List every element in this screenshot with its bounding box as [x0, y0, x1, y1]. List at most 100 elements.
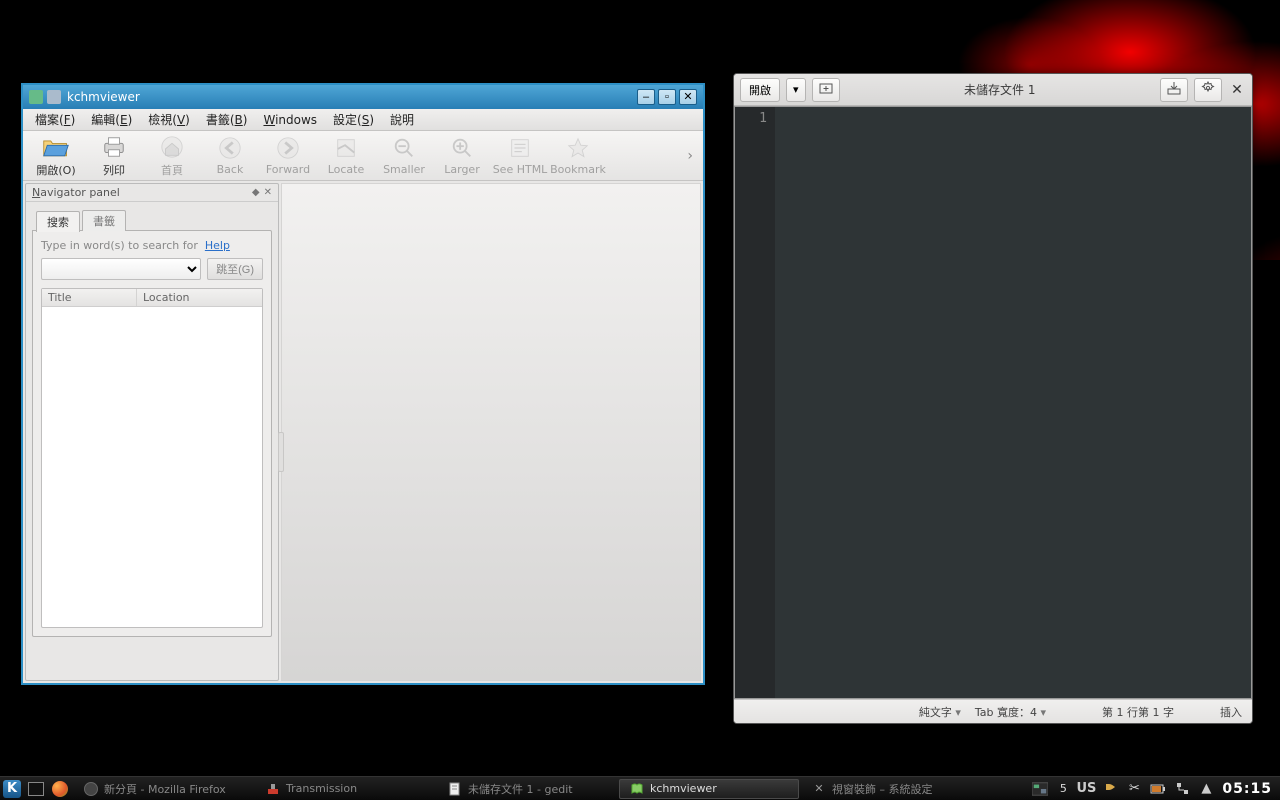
kde-menu-button[interactable]: K — [0, 778, 24, 800]
clipboard-icon[interactable]: ✂ — [1126, 781, 1142, 797]
menu-help[interactable]: 說明 — [382, 109, 422, 130]
toolbar-overflow-button[interactable]: › — [681, 148, 699, 164]
tab-search[interactable]: 搜索 — [36, 211, 80, 232]
panel-detach-icon[interactable]: ◆ — [252, 187, 260, 198]
task-systemsettings[interactable]: ✕ 視窗裝飾 – 系統設定 — [801, 779, 973, 799]
maximize-button[interactable]: ▫ — [658, 89, 676, 105]
menu-settings[interactable]: 設定(S) — [325, 109, 382, 130]
save-button[interactable] — [1160, 78, 1188, 102]
results-table[interactable]: Title Location — [41, 288, 263, 628]
battery-icon[interactable] — [1150, 781, 1166, 797]
chevron-down-icon: ▾ — [793, 83, 799, 96]
menu-bookmarks[interactable]: 書籤(B) — [198, 109, 256, 130]
content-view[interactable] — [281, 183, 701, 681]
task-firefox[interactable]: 新分頁 - Mozilla Firefox — [73, 779, 253, 799]
notifications-icon[interactable] — [1102, 781, 1118, 797]
task-label: kchmviewer — [650, 782, 717, 795]
insert-mode: 插入 — [1220, 704, 1242, 720]
text-editor[interactable]: 1 — [734, 106, 1252, 699]
task-label: Transmission — [286, 782, 357, 795]
text-area[interactable] — [775, 107, 1251, 698]
gedit-title: 未儲存文件 1 — [846, 81, 1154, 98]
task-gedit[interactable]: 未儲存文件 1 - gedit — [437, 779, 617, 799]
expand-tray-icon[interactable]: ▲ — [1198, 781, 1214, 797]
navigator-panel: Navigator panel ◆ ✕ 搜索 書籤 Type in word(s… — [25, 183, 279, 681]
loading-icon — [84, 782, 98, 796]
search-input[interactable] — [41, 258, 201, 280]
panel-close-icon[interactable]: ✕ — [264, 187, 272, 198]
task-label: 新分頁 - Mozilla Firefox — [104, 781, 226, 797]
task-transmission[interactable]: Transmission — [255, 779, 435, 799]
minimize-button[interactable]: – — [637, 89, 655, 105]
arrow-right-icon — [274, 135, 302, 161]
back-button[interactable]: Back — [201, 132, 259, 180]
locate-icon — [332, 135, 360, 161]
navigator-panel-title: Navigator panel — [32, 186, 248, 199]
arrow-left-icon — [216, 135, 244, 161]
tab-bookmarks[interactable]: 書籤 — [82, 210, 126, 231]
gear-icon — [1201, 81, 1215, 98]
desktop-number[interactable]: 5 — [1056, 782, 1070, 795]
cursor-position: 第 1 行第 1 字 — [1102, 704, 1174, 720]
col-title[interactable]: Title — [42, 289, 137, 306]
kchmviewer-icon — [630, 782, 644, 796]
task-label: 視窗裝飾 – 系統設定 — [832, 781, 933, 797]
col-location[interactable]: Location — [137, 289, 262, 306]
menu-view[interactable]: 檢視(V) — [140, 109, 198, 130]
print-button[interactable]: 列印 — [85, 132, 143, 180]
close-icon: ✕ — [1231, 82, 1243, 98]
gedit-icon — [448, 782, 462, 796]
home-button[interactable]: 首頁 — [143, 132, 201, 180]
terminal-icon — [28, 782, 44, 796]
search-hint: Type in word(s) to search for Help — [41, 239, 263, 252]
kchm-titlebar[interactable]: kchmviewer – ▫ ✕ — [23, 85, 703, 109]
language-selector[interactable]: 純文字 — [919, 704, 961, 720]
desktop-pager[interactable] — [1032, 781, 1048, 797]
see-html-button[interactable]: See HTML — [491, 132, 549, 180]
printer-icon — [100, 134, 128, 160]
menu-windows[interactable]: Windows — [255, 111, 325, 129]
bookmark-button[interactable]: Bookmark — [549, 132, 607, 180]
kchm-menubar: 檔案(F) 編輯(E) 檢視(V) 書籤(B) Windows 設定(S) 說明 — [23, 109, 703, 131]
firefox-launcher[interactable] — [48, 778, 72, 800]
zoom-in-icon — [448, 135, 476, 161]
menu-file[interactable]: 檔案(F) — [27, 109, 83, 130]
gedit-window: 開啟 ▾ 未儲存文件 1 ✕ 1 純文字 Tab 寬度：4 — [733, 73, 1253, 724]
menu-button[interactable] — [1194, 78, 1222, 102]
open-recent-dropdown[interactable]: ▾ — [786, 78, 806, 102]
forward-button[interactable]: Forward — [259, 132, 317, 180]
kchmviewer-window: kchmviewer – ▫ ✕ 檔案(F) 編輯(E) 檢視(V) 書籤(B)… — [21, 83, 705, 685]
smaller-button[interactable]: Smaller — [375, 132, 433, 180]
save-icon — [1167, 81, 1181, 98]
kchm-app-icon — [29, 90, 43, 104]
help-link[interactable]: Help — [205, 239, 230, 252]
open-button[interactable]: 開啟 — [740, 78, 780, 102]
close-button[interactable]: ✕ — [1228, 81, 1246, 99]
star-icon — [564, 135, 592, 161]
larger-button[interactable]: Larger — [433, 132, 491, 180]
keyboard-layout[interactable]: US — [1078, 781, 1094, 797]
menu-edit[interactable]: 編輯(E) — [83, 109, 140, 130]
splitter-handle[interactable] — [278, 432, 284, 472]
zoom-out-icon — [390, 135, 418, 161]
go-button[interactable]: 跳至(G) — [207, 258, 263, 280]
gedit-headerbar[interactable]: 開啟 ▾ 未儲存文件 1 ✕ — [734, 74, 1252, 106]
terminal-launcher[interactable] — [24, 778, 48, 800]
line-gutter: 1 — [735, 107, 775, 698]
home-icon — [158, 134, 186, 160]
firefox-icon — [52, 781, 68, 797]
kchm-doc-icon — [47, 90, 61, 104]
new-tab-icon — [819, 81, 833, 98]
network-icon[interactable] — [1174, 781, 1190, 797]
close-button[interactable]: ✕ — [679, 89, 697, 105]
new-tab-button[interactable] — [812, 78, 840, 102]
locate-button[interactable]: Locate — [317, 132, 375, 180]
task-kchmviewer[interactable]: kchmviewer — [619, 779, 799, 799]
folder-open-icon — [42, 134, 70, 160]
task-label: 未儲存文件 1 - gedit — [468, 781, 573, 797]
kchm-title: kchmviewer — [67, 90, 637, 104]
tab-width-selector[interactable]: Tab 寬度：4 — [975, 704, 1046, 720]
html-icon — [506, 135, 534, 161]
clock[interactable]: 05:15 — [1222, 781, 1272, 797]
open-button[interactable]: 開啟(O) — [27, 132, 85, 180]
